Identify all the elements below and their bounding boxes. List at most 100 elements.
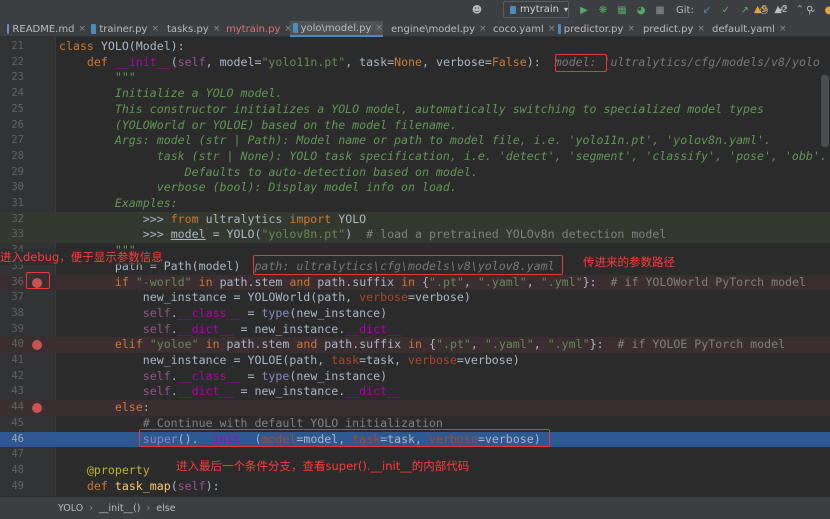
line-number[interactable]: 21: [0, 39, 24, 55]
tab-predictor-py[interactable]: predictor.py ×: [555, 21, 635, 37]
code-line[interactable]: 26 (YOLOWorld or YOLOE) based on the mod…: [0, 118, 830, 134]
git-push-icon[interactable]: ↗: [738, 3, 752, 17]
code-text: new_instance = YOLOE(path, task=task, ve…: [59, 353, 520, 367]
line-number[interactable]: 47: [0, 447, 24, 463]
tab-trainer-py[interactable]: trainer.py ×: [88, 21, 159, 37]
line-number[interactable]: 42: [0, 369, 24, 385]
vertical-scrollbar[interactable]: [821, 75, 829, 147]
code-text: task (str | None): YOLO task specificati…: [156, 148, 827, 163]
code-line[interactable]: 22 def __init__(self, model="yolo11n.pt"…: [0, 55, 830, 71]
line-number[interactable]: 23: [0, 70, 24, 86]
user-icon[interactable]: ☻: [470, 3, 484, 17]
line-number[interactable]: 48: [0, 463, 24, 479]
code-line[interactable]: 30 verbose (bool): Display model info on…: [0, 180, 830, 196]
code-line[interactable]: 24 Initialize a YOLO model.: [0, 86, 830, 102]
branch-annotation: 进入最后一个条件分支，查看super().__init__的内部代码: [176, 458, 470, 474]
breadcrumb-item-branch[interactable]: else: [156, 503, 175, 514]
code-line[interactable]: 43 self.__dict__ = new_instance.__dict__: [0, 384, 830, 400]
close-icon[interactable]: ×: [78, 24, 86, 34]
tab-mytrain-py[interactable]: mytrain.py ×: [220, 21, 292, 37]
line-number[interactable]: 24: [0, 86, 24, 102]
line-number[interactable]: 26: [0, 118, 24, 134]
breadcrumb-item-method[interactable]: __init__(): [99, 503, 140, 514]
code-line[interactable]: 40 elif "yoloe" in path.stem and path.su…: [0, 337, 830, 353]
line-number[interactable]: 44: [0, 400, 24, 416]
code-editor[interactable]: 21 class YOLO(Model): 22 def __init__(self…: [0, 37, 830, 496]
code-line[interactable]: 38 self.__class__ = type(new_instance): [0, 306, 830, 322]
code-line[interactable]: 25 This constructor initializes a YOLO m…: [0, 102, 830, 118]
line-number[interactable]: 41: [0, 353, 24, 369]
close-icon[interactable]: ×: [151, 24, 159, 34]
python-file-icon: [293, 23, 298, 33]
line-number[interactable]: 28: [0, 149, 24, 165]
close-icon[interactable]: ×: [479, 24, 487, 34]
code-line[interactable]: 28 task (str | None): YOLO task specific…: [0, 149, 830, 165]
line-number[interactable]: 39: [0, 322, 24, 338]
coverage-icon[interactable]: ▦: [615, 3, 629, 17]
code-line[interactable]: 29 Defaults to auto-detection based on m…: [0, 165, 830, 181]
tab-yolo-model-py[interactable]: yolo\model.py ×: [290, 21, 383, 37]
line-number[interactable]: 49: [0, 479, 24, 495]
code-line[interactable]: 31 Examples:: [0, 196, 830, 212]
line-number[interactable]: 30: [0, 180, 24, 196]
code-line[interactable]: 36 if "-world" in path.stem and path.suf…: [0, 274, 830, 291]
close-icon[interactable]: ×: [627, 24, 635, 34]
run-configuration-label: mytrain: [520, 4, 559, 15]
tab-readme-md[interactable]: README.md ×: [4, 21, 86, 37]
code-line[interactable]: 42 self.__class__ = type(new_instance): [0, 369, 830, 385]
code-line[interactable]: 39 self.__dict__ = new_instance.__dict__: [0, 322, 830, 338]
tab-tasks-py[interactable]: tasks.py ×: [161, 21, 220, 37]
close-icon[interactable]: ×: [697, 24, 705, 34]
chevron-down-icon: ▾: [563, 5, 568, 14]
code-line[interactable]: 37 new_instance = YOLOWorld(path, verbos…: [0, 290, 830, 306]
line-number[interactable]: 25: [0, 102, 24, 118]
line-number[interactable]: 43: [0, 384, 24, 400]
line-number[interactable]: 45: [0, 416, 24, 432]
line-number[interactable]: 36: [0, 275, 24, 291]
tab-label: trainer.py: [99, 23, 148, 35]
code-line[interactable]: 27 Args: model (str | Path): Model name …: [0, 133, 830, 149]
code-line[interactable]: 23 """: [0, 70, 830, 86]
breakpoint-icon[interactable]: [32, 340, 42, 351]
line-number[interactable]: 46: [0, 432, 24, 448]
debug-icon[interactable]: ❋: [596, 3, 610, 17]
git-commit-icon[interactable]: ✓: [719, 3, 733, 17]
code-line[interactable]: 41 new_instance = YOLOE(path, task=task,…: [0, 353, 830, 369]
tab-coco-yaml[interactable]: coco.yaml ×: [487, 21, 555, 37]
tab-default-yaml[interactable]: default.yaml ×: [706, 21, 786, 37]
run-icon[interactable]: ▶: [577, 3, 591, 17]
tab-engine-model-py[interactable]: engine\model.py ×: [385, 21, 487, 37]
line-number[interactable]: 27: [0, 133, 24, 149]
line-number[interactable]: 33: [0, 227, 24, 243]
close-icon[interactable]: ×: [779, 24, 787, 34]
code-line[interactable]: 33 >>> model = YOLO("yolov8n.pt") # load…: [0, 227, 830, 244]
profile-icon[interactable]: ◕: [634, 3, 648, 17]
tab-predict-py[interactable]: predict.py ×: [637, 21, 705, 37]
line-number[interactable]: 29: [0, 165, 24, 181]
code-line[interactable]: 44 else:: [0, 400, 830, 416]
code-line[interactable]: 21 class YOLO(Model):: [0, 39, 830, 55]
chevron-down-icon[interactable]: ⌄: [809, 4, 817, 15]
code-text: @property: [86, 462, 150, 477]
code-line[interactable]: 49 def task_map(self):: [0, 479, 830, 495]
breakpoint-icon[interactable]: [32, 403, 42, 414]
code-line[interactable]: 32 >>> from ultralytics import YOLO: [0, 211, 830, 228]
line-number[interactable]: 37: [0, 290, 24, 306]
git-update-icon[interactable]: ↙: [700, 3, 714, 17]
update-icon[interactable]: ●: [822, 3, 830, 17]
line-number[interactable]: 32: [0, 212, 24, 228]
line-number[interactable]: 40: [0, 337, 24, 353]
breadcrumb-item-class[interactable]: YOLO: [58, 503, 83, 514]
editor-tab-bar: ☻ mytrain ▾ ▶ ❋ ▦ ◕ ■ Git: ↙ ✓ ↗ ◷ ↶ ⚲ ●…: [0, 0, 830, 37]
run-configuration-selector[interactable]: mytrain ▾: [503, 1, 569, 18]
chevron-up-icon[interactable]: ⌃: [796, 4, 804, 15]
code-text: new_instance = YOLOWorld(path, verbose=v…: [59, 290, 471, 305]
line-number[interactable]: 31: [0, 196, 24, 212]
tab-label: mytrain.py: [226, 23, 281, 35]
line-number[interactable]: 22: [0, 55, 24, 71]
inspection-widget[interactable]: ▲9 ▲2 ⌃ ⌄: [754, 4, 817, 15]
stop-icon[interactable]: ■: [653, 3, 667, 17]
close-icon[interactable]: ×: [375, 23, 383, 33]
line-number[interactable]: 38: [0, 306, 24, 322]
code-text: This constructor initializes a YOLO mode…: [114, 101, 764, 116]
